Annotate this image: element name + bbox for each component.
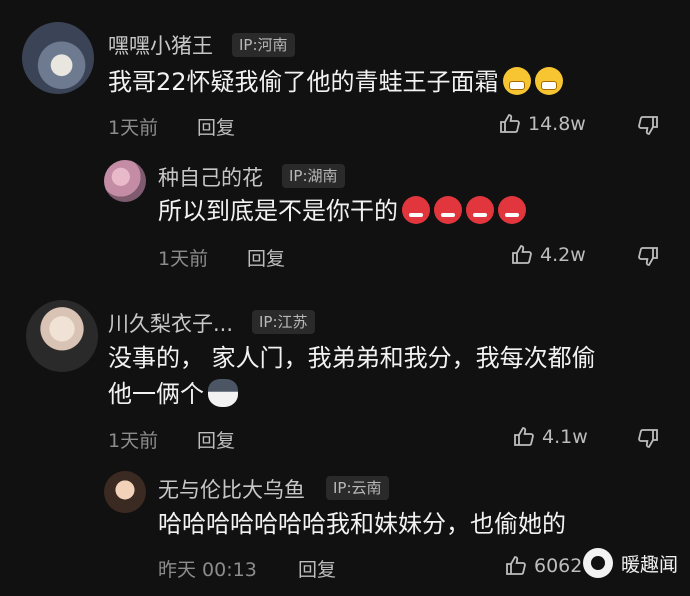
- thumbs-up-icon: [504, 554, 528, 578]
- comment-text-line-2: 他一俩个: [108, 376, 238, 412]
- comment-body: 他一俩个: [108, 380, 204, 408]
- dislike-button[interactable]: [636, 244, 660, 268]
- comment-text: 哈哈哈哈哈哈哈我和妹妹分，也偷她的: [158, 510, 566, 538]
- avatar[interactable]: [104, 471, 146, 513]
- grinning-sweat-emoji: [502, 67, 531, 95]
- like-count: 4.2w: [540, 244, 586, 266]
- ip-location-badge: IP:江苏: [252, 310, 315, 334]
- username[interactable]: 川久梨衣子...: [108, 308, 233, 338]
- like-count: 14.8w: [528, 113, 586, 135]
- avatar[interactable]: [26, 300, 98, 372]
- comment-time: 1天前: [108, 117, 159, 139]
- reply-button[interactable]: 回复: [197, 426, 235, 453]
- ip-location-badge: IP:云南: [326, 476, 389, 500]
- reply-button[interactable]: 回复: [197, 113, 235, 140]
- watermark-text: 暖趣闻: [620, 553, 678, 576]
- angry-face-emoji: [434, 196, 462, 224]
- angry-face-emoji: [402, 196, 430, 224]
- wechat-logo-icon: [582, 548, 613, 578]
- like-count: 6062: [534, 555, 583, 577]
- grinning-sweat-emoji: [534, 67, 563, 95]
- watermark: 暖趣闻: [582, 548, 678, 578]
- reply-button[interactable]: 回复: [298, 555, 336, 582]
- reply-button[interactable]: 回复: [247, 244, 285, 271]
- avatar[interactable]: [22, 22, 94, 94]
- thumbs-down-icon: [638, 116, 658, 135]
- username[interactable]: 嘿嘿小猪王: [108, 30, 213, 60]
- like-count: 4.1w: [542, 426, 588, 448]
- dislike-button[interactable]: [636, 426, 660, 450]
- comment-body: 我哥22怀疑我偷了他的青蛙王子面霜: [108, 68, 499, 96]
- like-button[interactable]: 4.1w: [512, 425, 588, 449]
- angry-face-emoji: [466, 196, 494, 224]
- thumbs-down-icon: [638, 247, 658, 266]
- comment-text-line-1: 没事的， 家人门，我弟弟和我分，我每次都偷: [108, 344, 596, 372]
- thumbs-up-icon: [512, 425, 536, 449]
- like-button[interactable]: 4.2w: [510, 243, 586, 267]
- ip-location-badge: IP:湖南: [282, 164, 345, 188]
- thumbs-down-icon: [638, 429, 658, 448]
- dislike-button[interactable]: [636, 113, 660, 137]
- comment-time: 1天前: [108, 430, 159, 452]
- comment-text: 我哥22怀疑我偷了他的青蛙王子面霜: [108, 64, 563, 100]
- comment-text: 所以到底是不是你干的: [158, 193, 526, 229]
- ip-location-badge: IP:河南: [232, 33, 295, 57]
- like-button[interactable]: 6062: [504, 554, 582, 578]
- husky-dog-emoji: [208, 379, 238, 407]
- thumbs-up-icon: [510, 243, 534, 267]
- avatar[interactable]: [104, 160, 146, 202]
- thumbs-up-icon: [498, 112, 522, 136]
- username[interactable]: 无与伦比大乌鱼: [158, 474, 305, 504]
- comment-time: 1天前: [158, 248, 209, 270]
- comment-body: 所以到底是不是你干的: [158, 197, 398, 225]
- angry-face-emoji: [498, 196, 526, 224]
- comment-time: 昨天 00:13: [158, 559, 257, 581]
- username[interactable]: 种自己的花: [158, 162, 263, 192]
- like-button[interactable]: 14.8w: [498, 112, 586, 136]
